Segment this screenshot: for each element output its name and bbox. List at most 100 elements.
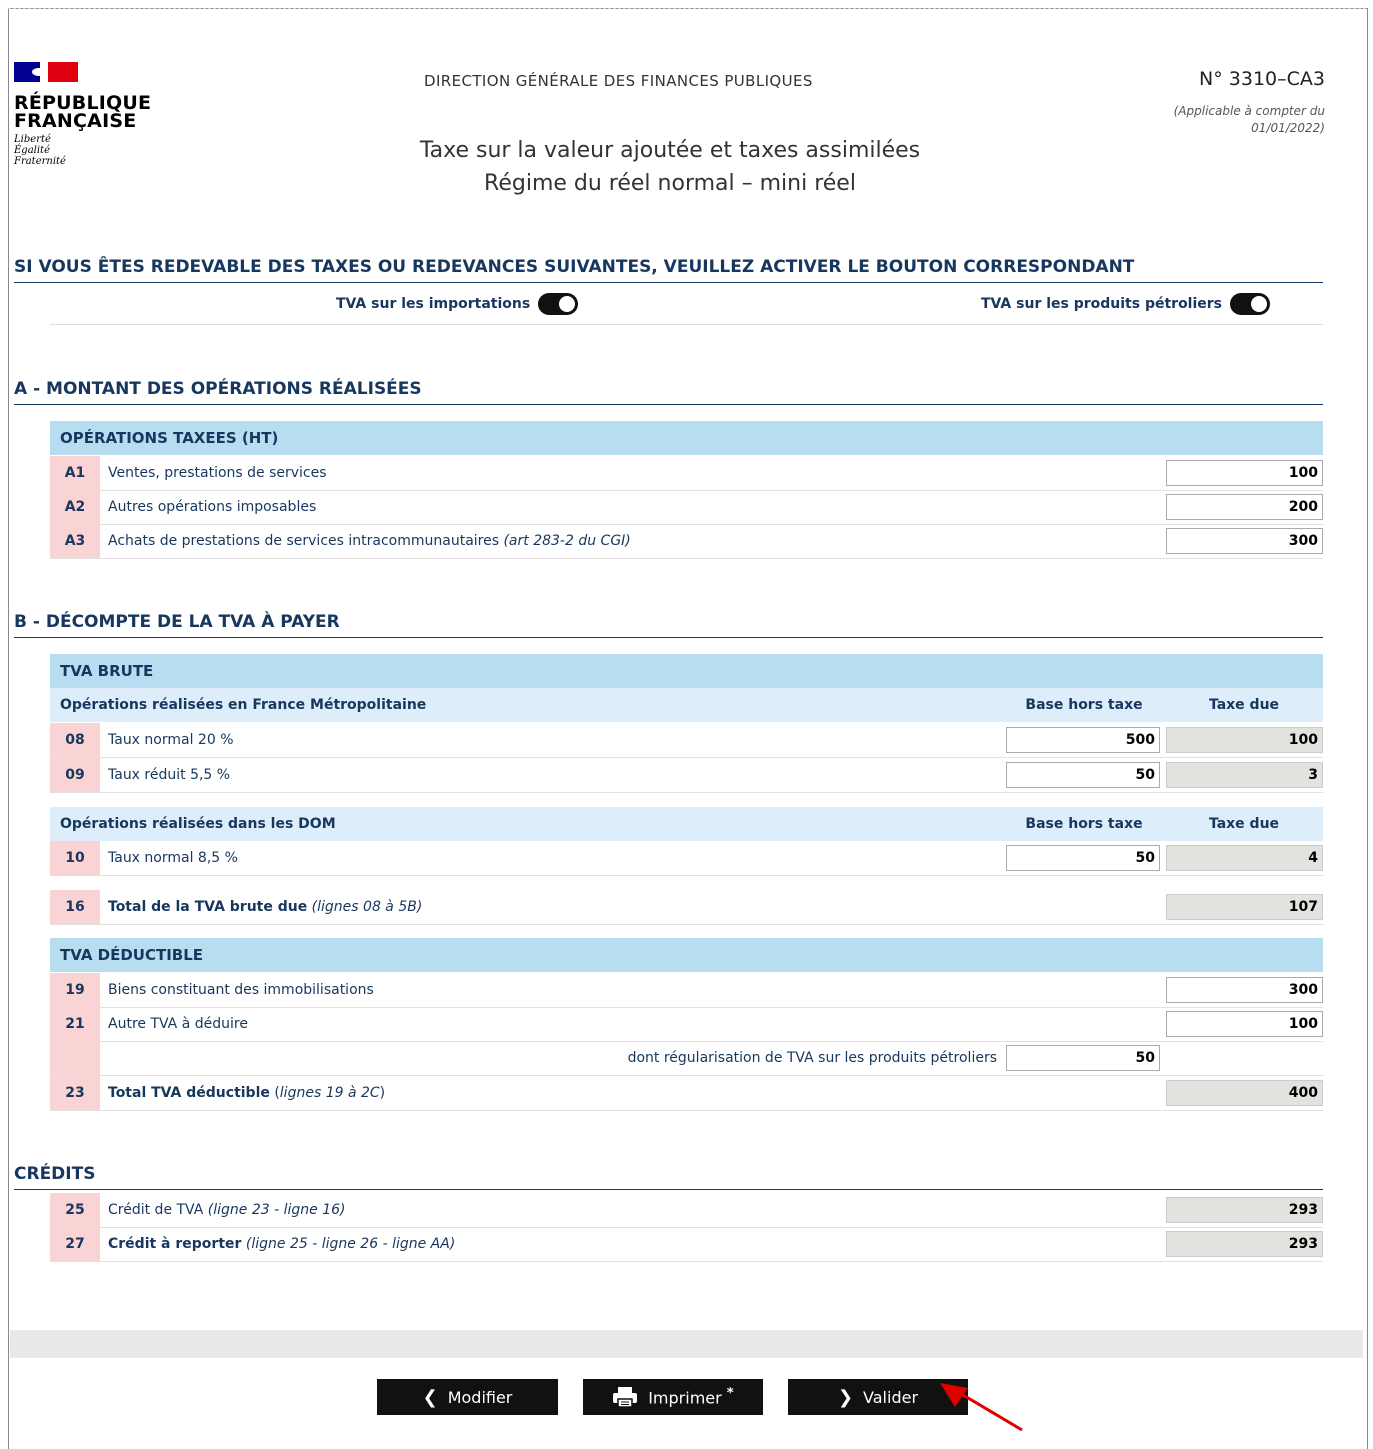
tva-deductible-band: TVA DÉDUCTIBLE [50,938,1323,972]
output-23-total: 400 [1166,1080,1323,1106]
operations-taxees-band: OPÉRATIONS TAXEES (HT) [50,421,1323,455]
metro-subheader: Opérations réalisées en France Métropoli… [50,688,1323,722]
toggle-petrol-label: TVA sur les produits pétroliers [981,296,1223,312]
section-b-heading: B - DÉCOMPTE DE LA TVA À PAYER [14,612,1323,638]
dom-subheader: Opérations réalisées dans les DOM Base h… [50,807,1323,841]
output-10-tax: 4 [1166,845,1323,871]
row-label-text: Crédit de TVA [108,1202,204,1218]
form-title: Taxe sur la valeur ajoutée et taxes assi… [330,134,1010,200]
row-label: Autres opérations imposables [108,499,317,515]
toggle-imports-switch[interactable] [538,293,579,315]
top-divider [8,8,1366,9]
modify-button[interactable]: ❮ Modifier [377,1379,558,1415]
row-09: 09 Taux réduit 5,5 % 50 3 [50,758,1323,793]
row-regul: dont régularisation de TVA sur les produ… [50,1041,1323,1076]
devise-fraternite: Fraternité [14,156,66,167]
row-label: Crédit de TVA (ligne 23 - ligne 16) [108,1193,346,1227]
col-base-header: Base hors taxe [1025,816,1143,832]
devise-liberte: Liberté [14,134,51,145]
row-code: 21 [50,1007,100,1041]
print-label-text: Imprimer [648,1388,722,1408]
row-code: A3 [50,524,100,558]
row-19: 19 Biens constituant des immobilisations… [50,973,1323,1008]
row-label: Taux réduit 5,5 % [108,767,231,783]
input-regul[interactable]: 50 [1006,1045,1160,1071]
credits-heading: CRÉDITS [14,1164,1323,1190]
toggle-row: TVA sur les importations TVA sur les pro… [50,286,1323,325]
col-base-header: Base hors taxe [1025,697,1143,713]
row-16: 16 Total de la TVA brute due (lignes 08 … [50,890,1323,925]
row-27: 27 Crédit à reporter (ligne 25 - ligne 2… [50,1227,1323,1262]
row-a1: A1 Ventes, prestations de services 100 [50,456,1323,491]
applicability-line2: 01/01/2022) [1251,121,1325,135]
row-code: 25 [50,1193,100,1227]
row-25: 25 Crédit de TVA (ligne 23 - ligne 16) 2… [50,1193,1323,1228]
output-25: 293 [1166,1197,1323,1223]
annotation-arrow [940,1383,1023,1432]
row-label-text: Achats de prestations de services intrac… [108,533,500,549]
printer-icon [613,1387,638,1408]
row-note-close: ) [379,1085,386,1101]
row-10: 10 Taux normal 8,5 % 50 4 [50,841,1323,876]
french-flag-icon [14,62,78,82]
applicability-line1: (Applicable à compter du [1173,104,1325,118]
form-title-line2: Régime du réel normal – mini réel [484,171,856,196]
input-a1[interactable]: 100 [1166,460,1323,486]
print-label: Imprimer * [648,1386,734,1407]
row-code: 10 [50,841,100,875]
col-tax-header: Taxe due [1208,697,1280,713]
input-09-base[interactable]: 50 [1006,762,1160,788]
marianne-logo: RÉPUBLIQUE FRANÇAISE Liberté Égalité Fra… [14,62,151,167]
toggle-petrol[interactable]: TVA sur les produits pétroliers [981,293,1271,315]
print-asterisk: * [726,1386,734,1402]
row-label: Total TVA déductible (lignes 19 à 2C) [108,1076,385,1110]
row-label: Ventes, prestations de services [108,465,327,481]
input-08-base[interactable]: 500 [1006,727,1160,753]
row-label: Crédit à reporter (ligne 25 - ligne 26 -… [108,1227,455,1261]
toggle-petrol-switch[interactable] [1230,293,1271,315]
row-note: (lignes 08 à 5B) [311,899,423,915]
row-label: Achats de prestations de services intrac… [108,524,631,558]
row-code: 19 [50,973,100,1007]
row-code: 09 [50,758,100,792]
toggle-imports-label: TVA sur les importations [336,296,531,312]
input-a2[interactable]: 200 [1166,494,1323,520]
toggle-imports[interactable]: TVA sur les importations [336,293,579,315]
form-title-line1: Taxe sur la valeur ajoutée et taxes assi… [419,138,921,163]
row-a2: A2 Autres opérations imposables 200 [50,490,1323,525]
tva-brute-band: TVA BRUTE [50,654,1323,688]
row-21: 21 Autre TVA à déduire 100 [50,1007,1323,1042]
input-19[interactable]: 300 [1166,977,1323,1003]
row-label: Autre TVA à déduire [108,1016,248,1032]
section-a-heading: A - MONTANT DES OPÉRATIONS RÉALISÉES [14,379,1323,405]
row-code: 23 [50,1076,100,1110]
output-16-total: 107 [1166,894,1323,920]
chevron-right-icon: ❯ [837,1386,854,1408]
print-button[interactable]: Imprimer * [583,1379,763,1415]
row-code: A2 [50,490,100,524]
col-tax-header: Taxe due [1208,816,1280,832]
dgfip-title: DIRECTION GÉNÉRALE DES FINANCES PUBLIQUE… [424,72,813,90]
row-code: 27 [50,1227,100,1261]
row-23: 23 Total TVA déductible (lignes 19 à 2C)… [50,1076,1323,1111]
chevron-left-icon: ❮ [422,1386,438,1408]
row-code: A1 [50,456,100,490]
row-note: (ligne 23 - ligne 16) [207,1202,346,1218]
applicability-note: (Applicable à compter du 01/01/2022) [1125,103,1325,137]
input-a3[interactable]: 300 [1166,528,1323,554]
output-09-tax: 3 [1166,762,1323,788]
dom-label: Opérations réalisées dans les DOM [60,816,336,832]
taxes-heading: SI VOUS ÊTES REDEVABLE DES TAXES OU REDE… [14,257,1323,283]
rf-line2: FRANÇAISE [14,110,137,132]
input-21[interactable]: 100 [1166,1011,1323,1037]
output-08-tax: 100 [1166,727,1323,753]
row-note: (art 283-2 du CGI) [503,533,631,549]
row-label-text: Crédit à reporter [108,1236,242,1252]
row-note: lignes 19 à 2C [279,1085,380,1101]
metro-label: Opérations réalisées en France Métropoli… [60,697,427,713]
row-label: Taux normal 8,5 % [108,850,238,866]
row-code: 16 [50,890,100,924]
output-27: 293 [1166,1231,1323,1257]
input-10-base[interactable]: 50 [1006,845,1160,871]
row-a3: A3 Achats de prestations de services int… [50,524,1323,559]
